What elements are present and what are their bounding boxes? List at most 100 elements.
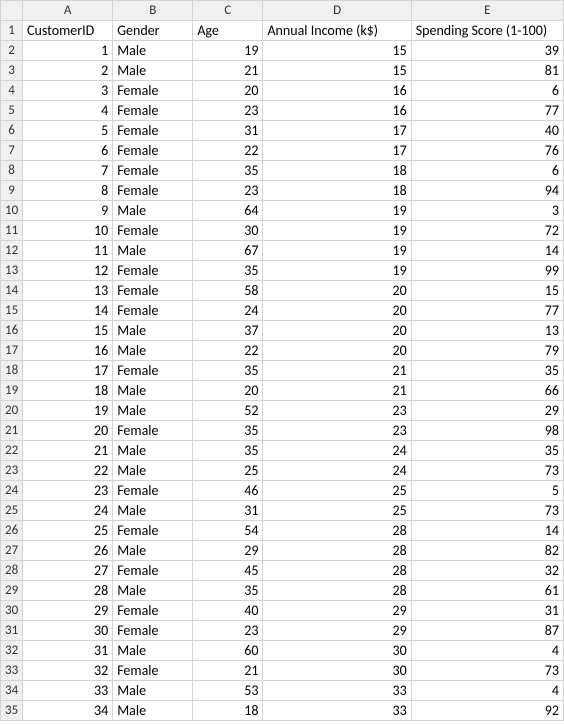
cell-score[interactable]: 5 bbox=[411, 481, 563, 501]
cell-age[interactable]: 30 bbox=[193, 221, 263, 241]
cell-score[interactable]: 61 bbox=[411, 581, 563, 601]
cell-gender[interactable]: Male bbox=[113, 201, 193, 221]
row-header-11[interactable]: 11 bbox=[1, 221, 23, 241]
cell-income[interactable]: 17 bbox=[263, 141, 411, 161]
cell-age[interactable]: 35 bbox=[193, 421, 263, 441]
cell-gender[interactable]: Male bbox=[113, 641, 193, 661]
cell-age[interactable]: 21 bbox=[193, 661, 263, 681]
cell-income[interactable]: 25 bbox=[263, 481, 411, 501]
cell-score[interactable]: 87 bbox=[411, 621, 563, 641]
cell-customerid[interactable]: 17 bbox=[23, 361, 113, 381]
row-header-14[interactable]: 14 bbox=[1, 281, 23, 301]
cell-customerid[interactable]: 32 bbox=[23, 661, 113, 681]
row-header-4[interactable]: 4 bbox=[1, 81, 23, 101]
row-header-10[interactable]: 10 bbox=[1, 201, 23, 221]
cell-gender[interactable]: Female bbox=[113, 81, 193, 101]
cell-customerid[interactable]: 25 bbox=[23, 521, 113, 541]
cell-gender[interactable]: Male bbox=[113, 501, 193, 521]
cell-gender[interactable]: Male bbox=[113, 701, 193, 721]
cell-customerid[interactable]: 2 bbox=[23, 61, 113, 81]
cell-score[interactable]: 73 bbox=[411, 461, 563, 481]
cell-customerid[interactable]: 31 bbox=[23, 641, 113, 661]
cell-age[interactable]: 21 bbox=[193, 61, 263, 81]
cell-gender[interactable]: Female bbox=[113, 661, 193, 681]
row-header-8[interactable]: 8 bbox=[1, 161, 23, 181]
cell-age[interactable]: 45 bbox=[193, 561, 263, 581]
cell-gender[interactable]: Male bbox=[113, 581, 193, 601]
cell-score[interactable]: 66 bbox=[411, 381, 563, 401]
cell-income[interactable]: 15 bbox=[263, 41, 411, 61]
cell-age[interactable]: 53 bbox=[193, 681, 263, 701]
cell-age[interactable]: 18 bbox=[193, 701, 263, 721]
cell-score[interactable]: 6 bbox=[411, 161, 563, 181]
row-header-32[interactable]: 32 bbox=[1, 641, 23, 661]
cell-gender[interactable]: Female bbox=[113, 601, 193, 621]
cell-gender[interactable]: Male bbox=[113, 41, 193, 61]
cell-score[interactable]: 82 bbox=[411, 541, 563, 561]
cell-gender[interactable]: Male bbox=[113, 341, 193, 361]
cell-age[interactable]: 58 bbox=[193, 281, 263, 301]
row-header-25[interactable]: 25 bbox=[1, 501, 23, 521]
row-header-12[interactable]: 12 bbox=[1, 241, 23, 261]
cell-age[interactable]: 22 bbox=[193, 341, 263, 361]
cell-customerid[interactable]: 33 bbox=[23, 681, 113, 701]
cell-gender[interactable]: Female bbox=[113, 261, 193, 281]
row-header-18[interactable]: 18 bbox=[1, 361, 23, 381]
cell-score[interactable]: 31 bbox=[411, 601, 563, 621]
cell-score[interactable]: 6 bbox=[411, 81, 563, 101]
cell-age[interactable]: 23 bbox=[193, 181, 263, 201]
cell-score[interactable]: 39 bbox=[411, 41, 563, 61]
row-header-17[interactable]: 17 bbox=[1, 341, 23, 361]
cell-income[interactable]: 17 bbox=[263, 121, 411, 141]
cell-customerid[interactable]: 9 bbox=[23, 201, 113, 221]
cell-age[interactable]: 35 bbox=[193, 261, 263, 281]
cell-income[interactable]: 23 bbox=[263, 401, 411, 421]
cell-score[interactable]: 13 bbox=[411, 321, 563, 341]
cell-age[interactable]: 67 bbox=[193, 241, 263, 261]
cell-customerid[interactable]: 4 bbox=[23, 101, 113, 121]
row-header-35[interactable]: 35 bbox=[1, 701, 23, 721]
cell-gender[interactable]: Female bbox=[113, 521, 193, 541]
cell-income[interactable]: 21 bbox=[263, 381, 411, 401]
cell-A1[interactable]: CustomerID bbox=[23, 21, 113, 41]
cell-income[interactable]: 29 bbox=[263, 601, 411, 621]
cell-income[interactable]: 33 bbox=[263, 681, 411, 701]
cell-score[interactable]: 15 bbox=[411, 281, 563, 301]
cell-score[interactable]: 81 bbox=[411, 61, 563, 81]
cell-age[interactable]: 23 bbox=[193, 621, 263, 641]
cell-customerid[interactable]: 10 bbox=[23, 221, 113, 241]
cell-gender[interactable]: Female bbox=[113, 621, 193, 641]
cell-customerid[interactable]: 8 bbox=[23, 181, 113, 201]
cell-income[interactable]: 23 bbox=[263, 421, 411, 441]
cell-income[interactable]: 18 bbox=[263, 161, 411, 181]
cell-score[interactable]: 73 bbox=[411, 661, 563, 681]
cell-age[interactable]: 35 bbox=[193, 161, 263, 181]
row-header-16[interactable]: 16 bbox=[1, 321, 23, 341]
cell-gender[interactable]: Female bbox=[113, 161, 193, 181]
cell-customerid[interactable]: 21 bbox=[23, 441, 113, 461]
cell-customerid[interactable]: 20 bbox=[23, 421, 113, 441]
row-header-5[interactable]: 5 bbox=[1, 101, 23, 121]
row-header-31[interactable]: 31 bbox=[1, 621, 23, 641]
row-header-19[interactable]: 19 bbox=[1, 381, 23, 401]
cell-age[interactable]: 31 bbox=[193, 121, 263, 141]
row-header-29[interactable]: 29 bbox=[1, 581, 23, 601]
cell-age[interactable]: 35 bbox=[193, 361, 263, 381]
row-header-21[interactable]: 21 bbox=[1, 421, 23, 441]
cell-gender[interactable]: Male bbox=[113, 681, 193, 701]
cell-income[interactable]: 28 bbox=[263, 581, 411, 601]
cell-score[interactable]: 94 bbox=[411, 181, 563, 201]
cell-customerid[interactable]: 3 bbox=[23, 81, 113, 101]
cell-gender[interactable]: Male bbox=[113, 321, 193, 341]
cell-score[interactable]: 29 bbox=[411, 401, 563, 421]
cell-gender[interactable]: Female bbox=[113, 121, 193, 141]
cell-gender[interactable]: Female bbox=[113, 141, 193, 161]
cell-income[interactable]: 19 bbox=[263, 221, 411, 241]
spreadsheet-grid[interactable]: A B C D E 1 CustomerID Gender Age Annual… bbox=[0, 0, 564, 721]
cell-B1[interactable]: Gender bbox=[113, 21, 193, 41]
select-all-corner[interactable] bbox=[1, 1, 23, 21]
cell-customerid[interactable]: 27 bbox=[23, 561, 113, 581]
cell-gender[interactable]: Male bbox=[113, 401, 193, 421]
cell-age[interactable]: 20 bbox=[193, 81, 263, 101]
cell-customerid[interactable]: 26 bbox=[23, 541, 113, 561]
